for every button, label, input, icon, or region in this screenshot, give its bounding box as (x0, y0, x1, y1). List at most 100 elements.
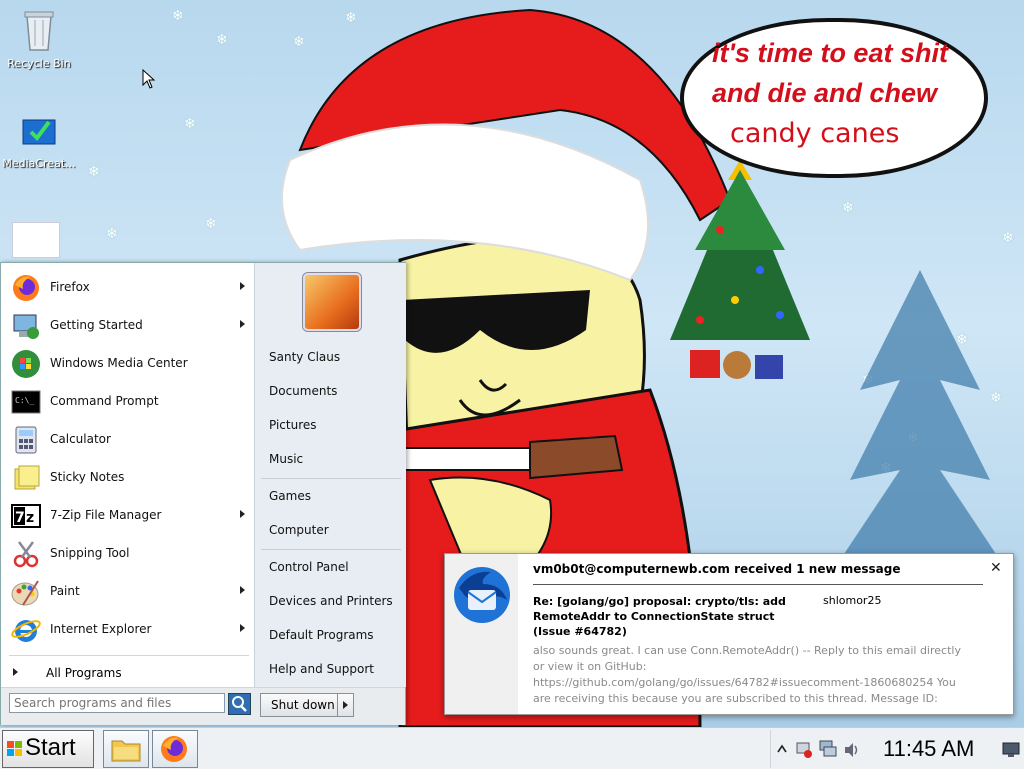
start-label: Start (25, 734, 76, 761)
start-item-getting-started[interactable]: Getting Started (7, 308, 251, 344)
start-item-command-prompt[interactable]: C:\_ Command Prompt (7, 384, 251, 420)
windows-media-center-icon (12, 350, 40, 378)
start-menu-footer: Shut down (1, 687, 405, 725)
shutdown-divider (337, 694, 338, 716)
start-button[interactable]: Start (2, 730, 94, 768)
snowflake: ❄ (216, 32, 228, 48)
user-avatar[interactable] (303, 273, 361, 331)
paint-icon (11, 580, 39, 606)
search-input[interactable] (9, 693, 225, 713)
submenu-arrow-icon (240, 510, 245, 518)
expand-arrow-icon (13, 668, 18, 676)
submenu-arrow-icon (240, 624, 245, 632)
start-link-control-panel[interactable]: Control Panel (269, 560, 349, 574)
start-link-help-support[interactable]: Help and Support (269, 662, 374, 676)
all-programs-label: All Programs (46, 666, 122, 680)
start-right-separator (261, 478, 401, 479)
start-item-windows-media-center[interactable]: Windows Media Center (7, 346, 251, 382)
internet-explorer-icon (11, 620, 41, 642)
desktop-icon-label: MediaCreat... (2, 157, 76, 170)
speech-line-3: candy canes (730, 118, 900, 149)
snowflake: ❄ (172, 8, 184, 24)
folder-icon (111, 740, 141, 762)
start-right-separator (261, 549, 401, 550)
network-icon[interactable] (819, 740, 837, 758)
start-link-documents[interactable]: Documents (269, 384, 337, 398)
start-item-internet-explorer[interactable]: Internet Explorer (7, 612, 251, 648)
windows-logo-icon (7, 741, 22, 756)
svg-text:C:\_: C:\_ (15, 396, 34, 405)
thunderbird-icon (454, 567, 510, 623)
snowflake: ❄ (184, 116, 196, 132)
submenu-arrow-icon (240, 586, 245, 594)
desktop-icon-blank-file[interactable] (12, 222, 62, 258)
shutdown-label: Shut down (271, 698, 335, 712)
media-creation-tool-icon (22, 119, 56, 145)
start-link-devices-printers[interactable]: Devices and Printers (269, 594, 393, 608)
desktop-icon-media-creation-tool[interactable]: MediaCreat... (1, 112, 77, 170)
snowflake: ❄ (842, 200, 854, 216)
mouse-cursor-icon (142, 69, 156, 89)
notification-body: also sounds great. I can use Conn.Remote… (533, 644, 961, 705)
notification-sender: shlomor25 (823, 594, 882, 607)
start-item-sticky-notes[interactable]: Sticky Notes (7, 460, 251, 496)
shutdown-options-arrow-icon[interactable] (343, 701, 348, 709)
start-menu-places: Santy Claus Documents Pictures Music Gam… (254, 263, 406, 687)
command-prompt-icon: C:\_ (11, 390, 41, 414)
snowflake: ❄ (106, 226, 118, 242)
start-item-calculator[interactable]: Calculator (7, 422, 251, 458)
speech-line-1: it's time to eat shit (712, 38, 948, 68)
getting-started-icon (13, 314, 39, 339)
christmas-tree-illustration (670, 160, 810, 379)
start-link-music[interactable]: Music (269, 452, 303, 466)
snipping-tool-icon (13, 541, 39, 568)
start-item-firefox[interactable]: Firefox (7, 270, 251, 306)
show-desktop-icon[interactable] (1002, 742, 1020, 758)
start-item-7zip[interactable]: 7 z 7-Zip File Manager (7, 498, 251, 534)
blank-file-icon (12, 222, 60, 258)
winter-tree-illustration (840, 270, 1000, 560)
recycle-bin-icon (24, 11, 54, 51)
submenu-arrow-icon (240, 282, 245, 290)
start-link-computer[interactable]: Computer (269, 523, 329, 537)
submenu-arrow-icon (240, 320, 245, 328)
system-tray: 11:45 AM (770, 730, 1024, 768)
speech-bubble: it's time to eat shit and die and chew c… (680, 18, 988, 178)
start-link-pictures[interactable]: Pictures (269, 418, 317, 432)
svg-text:7: 7 (15, 510, 25, 526)
shutdown-button[interactable]: Shut down (260, 693, 354, 717)
action-center-icon[interactable] (795, 741, 813, 759)
taskbar: Start 11:45 AM (0, 727, 1024, 769)
snowflake: ❄ (1002, 230, 1014, 246)
start-link-default-programs[interactable]: Default Programs (269, 628, 374, 642)
volume-icon[interactable] (843, 741, 861, 759)
all-programs-button[interactable]: All Programs (7, 661, 247, 685)
taskbar-firefox[interactable] (152, 730, 198, 768)
desktop-icon-label: Recycle Bin (7, 57, 71, 70)
clock[interactable]: 11:45 AM (883, 736, 974, 762)
start-item-snipping-tool[interactable]: Snipping Tool (7, 536, 251, 572)
notification-title: vm0b0t@computernewb.com received 1 new m… (533, 562, 901, 576)
show-hidden-icons[interactable] (777, 744, 787, 754)
taskbar-file-explorer[interactable] (103, 730, 149, 768)
start-link-user-folder[interactable]: Santy Claus (269, 350, 340, 364)
notification-subject: Re: [golang/go] proposal: crypto/tls: ad… (533, 595, 786, 638)
mail-notification[interactable]: vm0b0t@computernewb.com received 1 new m… (444, 553, 1014, 715)
snowflake: ❄ (88, 164, 100, 180)
calculator-icon (15, 426, 37, 454)
7zip-icon: 7 z (11, 504, 41, 528)
speech-line-2: and die and chew (712, 78, 938, 108)
close-icon[interactable]: ✕ (990, 560, 1002, 576)
snowflake: ❄ (205, 216, 217, 232)
start-menu-programs: Firefox Getting Started Windows Media Ce… (1, 263, 254, 687)
notification-icon-area (445, 554, 518, 714)
search-icon (232, 696, 247, 712)
start-link-games[interactable]: Games (269, 489, 311, 503)
firefox-icon (161, 736, 187, 762)
start-item-paint[interactable]: Paint (7, 574, 251, 610)
start-menu-separator (9, 655, 249, 656)
search-button[interactable] (228, 693, 251, 715)
start-menu: Firefox Getting Started Windows Media Ce… (0, 262, 406, 725)
desktop-icon-recycle-bin[interactable]: Recycle Bin (1, 8, 77, 70)
sticky-notes-icon (14, 465, 40, 490)
